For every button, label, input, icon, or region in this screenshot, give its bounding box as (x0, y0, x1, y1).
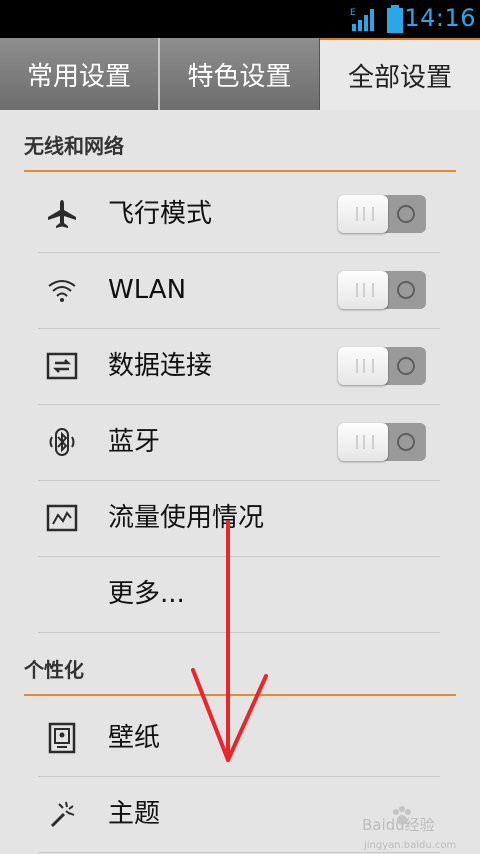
setting-label: 流量使用情况 (108, 503, 265, 533)
baidu-jingyan-watermark: Baidu经验 jingyan.baidu.com (362, 806, 456, 851)
toggle-knob (338, 423, 388, 461)
data-connection-toggle[interactable] (338, 347, 426, 385)
svg-text:jingyan.baidu.com: jingyan.baidu.com (363, 840, 456, 851)
setting-label: 更多... (108, 579, 185, 609)
data-connection-icon (46, 352, 78, 380)
setting-label: WLAN (108, 275, 187, 305)
data-usage-icon (46, 504, 78, 532)
bluetooth-toggle[interactable] (338, 423, 426, 461)
toggle-knob (338, 347, 388, 385)
toggle-off-indicator (397, 281, 415, 299)
setting-row-wlan[interactable]: WLAN (38, 252, 440, 329)
wifi-icon (48, 280, 76, 302)
svg-text:Baidu经验: Baidu经验 (362, 816, 435, 834)
toggle-off-indicator (397, 205, 415, 223)
setting-label: 壁纸 (108, 723, 161, 753)
battery-icon (387, 5, 403, 33)
section-divider (24, 170, 456, 172)
section-header-wireless: 无线和网络 (24, 134, 124, 158)
setting-label: 飞行模式 (108, 199, 213, 229)
theme-icon (50, 801, 75, 828)
section-header-personalization: 个性化 (24, 658, 84, 682)
setting-row-airplane-mode[interactable]: 飞行模式 (38, 176, 440, 253)
status-bar: E 14:16 (0, 0, 480, 38)
setting-label: 蓝牙 (108, 427, 161, 457)
bluetooth-icon (49, 428, 75, 456)
toggle-off-indicator (397, 357, 415, 375)
toggle-knob (338, 195, 388, 233)
settings-tabs: 常用设置 特色设置 全部设置 (0, 38, 480, 110)
setting-row-more[interactable]: 更多... (38, 556, 440, 633)
setting-label: 数据连接 (108, 351, 213, 381)
setting-row-bluetooth[interactable]: 蓝牙 (38, 404, 440, 481)
setting-row-data-connection[interactable]: 数据连接 (38, 328, 440, 405)
setting-row-wallpaper[interactable]: 壁纸 (38, 700, 440, 777)
toggle-knob (338, 271, 388, 309)
setting-row-data-usage[interactable]: 流量使用情况 (38, 480, 440, 557)
clock: 14:16 (404, 4, 476, 32)
signal-icon: E (350, 8, 374, 31)
airplane-icon (48, 200, 76, 228)
tab-all-settings[interactable]: 全部设置 (320, 38, 480, 110)
toggle-off-indicator (397, 433, 415, 451)
wlan-toggle[interactable] (338, 271, 426, 309)
svg-text:E: E (350, 8, 356, 18)
tab-featured-settings[interactable]: 特色设置 (160, 38, 320, 110)
section-divider (24, 694, 456, 696)
wallpaper-icon (48, 722, 76, 754)
airplane-mode-toggle[interactable] (338, 195, 426, 233)
setting-label: 主题 (108, 799, 161, 829)
tab-common-settings[interactable]: 常用设置 (0, 38, 160, 110)
